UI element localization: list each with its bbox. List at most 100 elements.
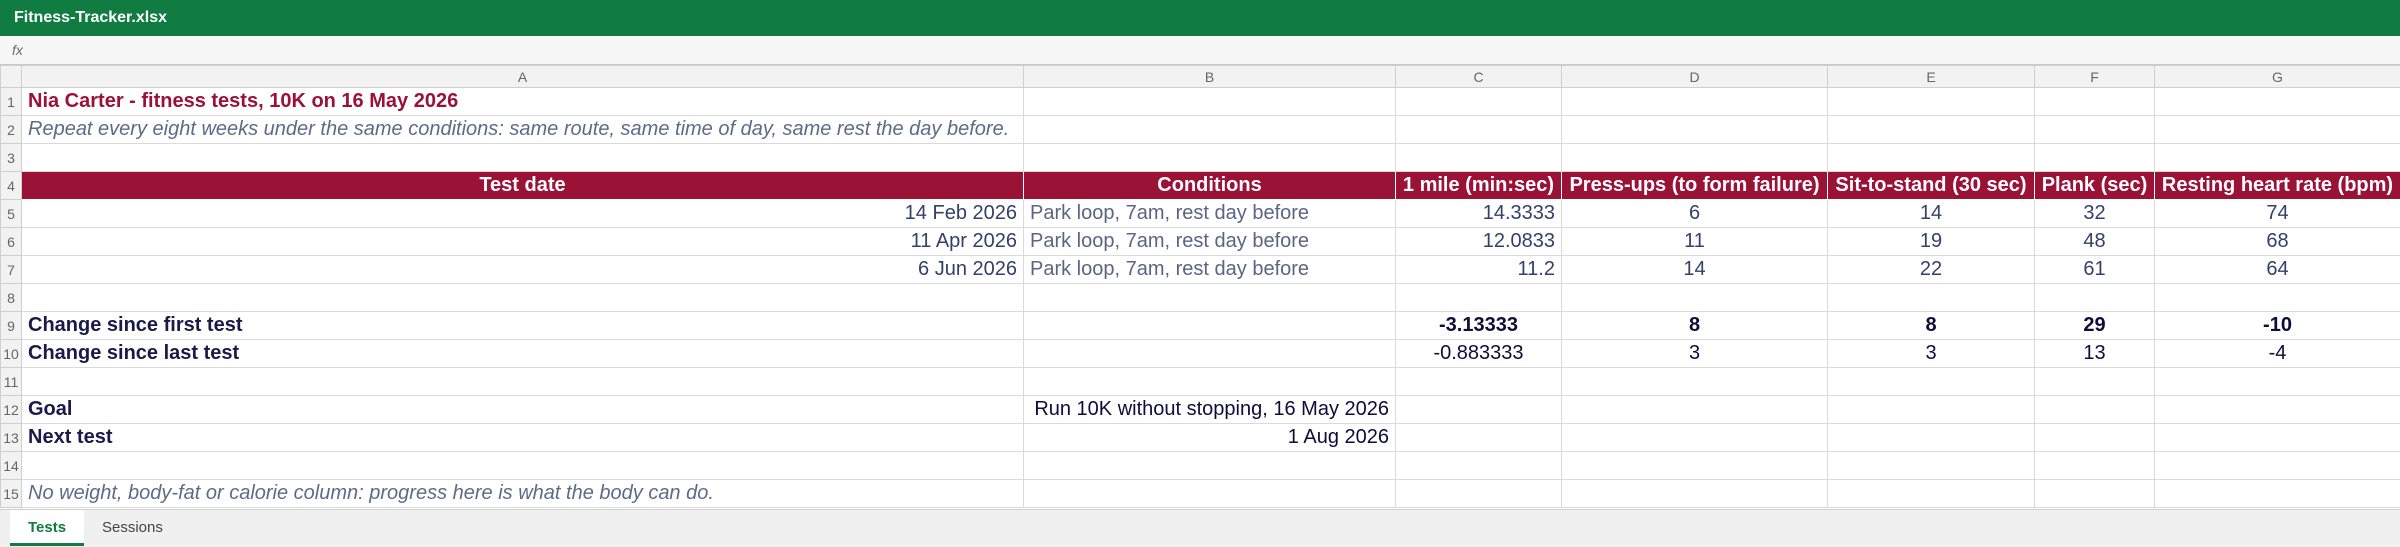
cell-g1[interactable] bbox=[2154, 87, 2400, 116]
cell-a1-title[interactable]: Nia Carter - fitness tests, 10K on 16 Ma… bbox=[21, 87, 1024, 116]
change-last-pressups[interactable]: 3 bbox=[1561, 339, 1828, 368]
change-first-mile[interactable]: -3.13333 bbox=[1395, 311, 1562, 340]
row-header-7[interactable]: 7 bbox=[0, 255, 22, 284]
header-sit-to-stand[interactable]: Sit-to-stand (30 sec) bbox=[1827, 171, 2035, 200]
cell-c3[interactable] bbox=[1395, 143, 1562, 172]
row-header-13[interactable]: 13 bbox=[0, 423, 22, 452]
cell-g3[interactable] bbox=[2154, 143, 2400, 172]
cell-mile[interactable]: 11.2 bbox=[1395, 255, 1562, 284]
cell-d11[interactable] bbox=[1561, 367, 1828, 396]
sheet-tab-sessions[interactable]: Sessions bbox=[84, 510, 181, 546]
row-header-10[interactable]: 10 bbox=[0, 339, 22, 368]
cell-pressups[interactable]: 6 bbox=[1561, 199, 1828, 228]
spreadsheet-grid[interactable]: A B C D E F G 1 Nia Carter - fitness tes… bbox=[0, 65, 2400, 508]
cell-d13[interactable] bbox=[1561, 423, 1828, 452]
row-header-8[interactable]: 8 bbox=[0, 283, 22, 312]
select-all-corner[interactable] bbox=[0, 65, 22, 88]
change-first-label[interactable]: Change since first test bbox=[21, 311, 1024, 340]
row-header-4[interactable]: 4 bbox=[0, 171, 22, 200]
cell-b10[interactable] bbox=[1023, 339, 1396, 368]
header-test-date[interactable]: Test date bbox=[21, 171, 1024, 200]
sheet-tab-tests[interactable]: Tests bbox=[10, 510, 85, 546]
cell-e8[interactable] bbox=[1827, 283, 2035, 312]
cell-d3[interactable] bbox=[1561, 143, 1828, 172]
cell-plank[interactable]: 48 bbox=[2034, 227, 2155, 256]
row-header-15[interactable]: 15 bbox=[0, 479, 22, 508]
column-header-c[interactable]: C bbox=[1395, 65, 1562, 88]
cell-e3[interactable] bbox=[1827, 143, 2035, 172]
cell-c12[interactable] bbox=[1395, 395, 1562, 424]
cell-e14[interactable] bbox=[1827, 451, 2035, 480]
cell-f15[interactable] bbox=[2034, 479, 2155, 508]
cell-g11[interactable] bbox=[2154, 367, 2400, 396]
cell-a8[interactable] bbox=[21, 283, 1024, 312]
row-header-9[interactable]: 9 bbox=[0, 311, 22, 340]
change-first-pressups[interactable]: 8 bbox=[1561, 311, 1828, 340]
cell-b8[interactable] bbox=[1023, 283, 1396, 312]
goal-label[interactable]: Goal bbox=[21, 395, 1024, 424]
header-pressups[interactable]: Press-ups (to form failure) bbox=[1561, 171, 1828, 200]
cell-a14[interactable] bbox=[21, 451, 1024, 480]
goal-value[interactable]: Run 10K without stopping, 16 May 2026 bbox=[1023, 395, 1396, 424]
cell-resting-heart-rate[interactable]: 68 bbox=[2154, 227, 2400, 256]
column-header-a[interactable]: A bbox=[21, 65, 1024, 88]
column-header-f[interactable]: F bbox=[2034, 65, 2155, 88]
cell-b3[interactable] bbox=[1023, 143, 1396, 172]
cell-c1[interactable] bbox=[1395, 87, 1562, 116]
cell-sit-to-stand[interactable]: 19 bbox=[1827, 227, 2035, 256]
cell-test-date[interactable]: 14 Feb 2026 bbox=[21, 199, 1024, 228]
cell-e12[interactable] bbox=[1827, 395, 2035, 424]
cell-sit-to-stand[interactable]: 22 bbox=[1827, 255, 2035, 284]
row-header-1[interactable]: 1 bbox=[0, 87, 22, 116]
cell-c14[interactable] bbox=[1395, 451, 1562, 480]
cell-b11[interactable] bbox=[1023, 367, 1396, 396]
cell-g14[interactable] bbox=[2154, 451, 2400, 480]
cell-c11[interactable] bbox=[1395, 367, 1562, 396]
cell-d14[interactable] bbox=[1561, 451, 1828, 480]
row-header-14[interactable]: 14 bbox=[0, 451, 22, 480]
column-header-b[interactable]: B bbox=[1023, 65, 1396, 88]
cell-f1[interactable] bbox=[2034, 87, 2155, 116]
cell-c2[interactable] bbox=[1395, 115, 1562, 144]
cell-d2[interactable] bbox=[1561, 115, 1828, 144]
cell-b15[interactable] bbox=[1023, 479, 1396, 508]
row-header-3[interactable]: 3 bbox=[0, 143, 22, 172]
cell-test-date[interactable]: 6 Jun 2026 bbox=[21, 255, 1024, 284]
cell-c13[interactable] bbox=[1395, 423, 1562, 452]
change-last-resting-heart-rate[interactable]: -4 bbox=[2154, 339, 2400, 368]
cell-c15[interactable] bbox=[1395, 479, 1562, 508]
formula-bar[interactable]: fx bbox=[0, 36, 2400, 65]
cell-e11[interactable] bbox=[1827, 367, 2035, 396]
cell-g2[interactable] bbox=[2154, 115, 2400, 144]
cell-f11[interactable] bbox=[2034, 367, 2155, 396]
note-cell[interactable]: No weight, body-fat or calorie column: p… bbox=[21, 479, 1024, 508]
cell-f3[interactable] bbox=[2034, 143, 2155, 172]
cell-b1[interactable] bbox=[1023, 87, 1396, 116]
change-first-resting-heart-rate[interactable]: -10 bbox=[2154, 311, 2400, 340]
cell-e13[interactable] bbox=[1827, 423, 2035, 452]
cell-b9[interactable] bbox=[1023, 311, 1396, 340]
cell-mile[interactable]: 14.3333 bbox=[1395, 199, 1562, 228]
cell-f8[interactable] bbox=[2034, 283, 2155, 312]
cell-plank[interactable]: 32 bbox=[2034, 199, 2155, 228]
row-header-5[interactable]: 5 bbox=[0, 199, 22, 228]
row-header-12[interactable]: 12 bbox=[0, 395, 22, 424]
cell-e1[interactable] bbox=[1827, 87, 2035, 116]
cell-e2[interactable] bbox=[1827, 115, 2035, 144]
cell-b2[interactable] bbox=[1023, 115, 1396, 144]
cell-conditions[interactable]: Park loop, 7am, rest day before bbox=[1023, 255, 1396, 284]
cell-a2-subtitle[interactable]: Repeat every eight weeks under the same … bbox=[21, 115, 1024, 144]
cell-d12[interactable] bbox=[1561, 395, 1828, 424]
cell-test-date[interactable]: 11 Apr 2026 bbox=[21, 227, 1024, 256]
column-header-g[interactable]: G bbox=[2154, 65, 2400, 88]
cell-g12[interactable] bbox=[2154, 395, 2400, 424]
change-last-sit-to-stand[interactable]: 3 bbox=[1827, 339, 2035, 368]
cell-pressups[interactable]: 11 bbox=[1561, 227, 1828, 256]
cell-d8[interactable] bbox=[1561, 283, 1828, 312]
cell-c8[interactable] bbox=[1395, 283, 1562, 312]
row-header-11[interactable]: 11 bbox=[0, 367, 22, 396]
row-header-6[interactable]: 6 bbox=[0, 227, 22, 256]
header-conditions[interactable]: Conditions bbox=[1023, 171, 1396, 200]
change-first-plank[interactable]: 29 bbox=[2034, 311, 2155, 340]
cell-sit-to-stand[interactable]: 14 bbox=[1827, 199, 2035, 228]
